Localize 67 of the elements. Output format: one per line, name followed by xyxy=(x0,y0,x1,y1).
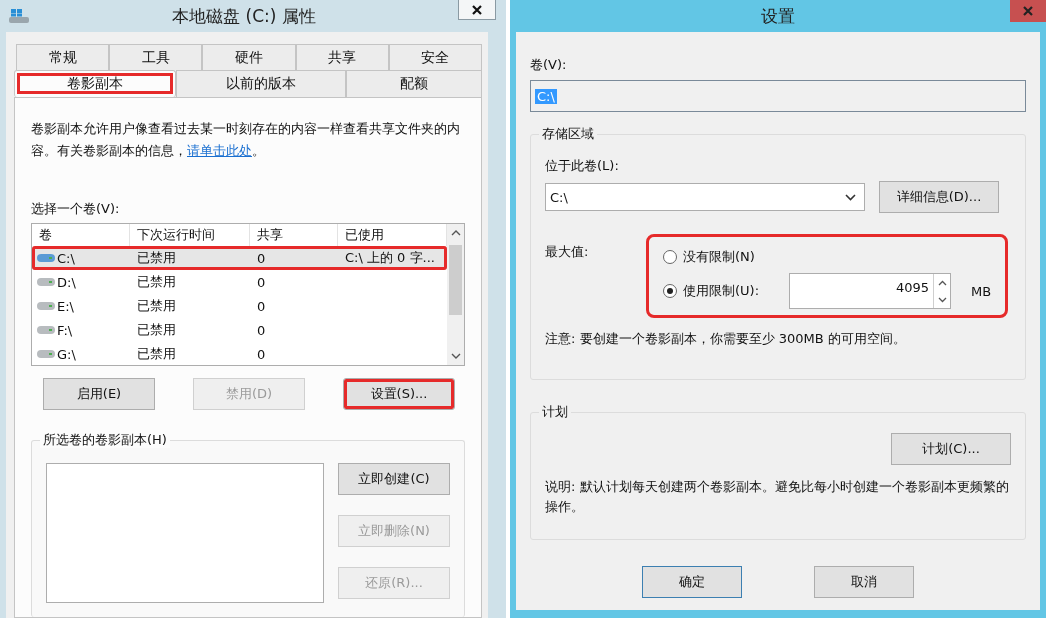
limit-field[interactable]: 4095 xyxy=(789,273,951,309)
volume-row[interactable]: C:\ 已禁用 0 C:\ 上的 0 字... xyxy=(32,246,447,270)
ok-button[interactable]: 确定 xyxy=(642,566,742,598)
table-cell-text: 已禁用 xyxy=(136,321,177,339)
max-label: 最大值: xyxy=(545,243,590,261)
tab[interactable]: 常规 xyxy=(16,44,110,70)
table-cell-text: 已禁用 xyxy=(136,249,177,267)
window-title: 本地磁盘 (C:) 属性 xyxy=(171,4,317,28)
location-label: 位于此卷(L): xyxy=(545,157,620,175)
tab[interactable]: 卷影副本 xyxy=(14,70,176,97)
close-icon xyxy=(472,4,482,15)
drive-icon xyxy=(36,253,56,263)
tab[interactable]: 配额 xyxy=(346,70,482,97)
table-cell: E:\ xyxy=(57,298,74,314)
table-cell-text: C:\ 上的 0 字... xyxy=(344,249,436,267)
table-cell-text: 0 xyxy=(256,346,267,362)
window-title: 设置 xyxy=(760,4,796,28)
volume-label: 选择一个卷(V): xyxy=(31,200,121,218)
radio-label[interactable]: 没有限制(N) xyxy=(683,248,783,266)
close-icon xyxy=(1023,6,1033,16)
group-title: 所选卷的卷影副本(H) xyxy=(40,432,170,448)
group-title: 存储区域 xyxy=(539,126,597,142)
table-cell: G:\ xyxy=(57,346,76,362)
schedule-button[interactable]: 计划(C)... xyxy=(891,433,1011,465)
table-cell-text: 0 xyxy=(256,298,267,314)
table-cell-text: 0 xyxy=(256,274,267,290)
chevron-down-icon xyxy=(845,193,856,201)
tab[interactable]: 以前的版本 xyxy=(176,70,346,97)
note-text: 注意: 要创建一个卷影副本，你需要至少 300MB 的可用空间。 xyxy=(545,330,907,348)
location-dropdown[interactable]: C:\ xyxy=(545,183,865,211)
radio-button[interactable] xyxy=(663,250,677,264)
radio-label[interactable]: 使用限制(U): xyxy=(683,282,783,300)
table-cell-text: 已禁用 xyxy=(136,297,177,315)
table-cell-text: 已禁用 xyxy=(136,345,177,363)
tab[interactable]: 安全 xyxy=(388,44,482,70)
volume-row[interactable]: G:\ 已禁用 0 xyxy=(32,342,447,365)
help-link[interactable]: 请单击此处 xyxy=(187,143,252,158)
volume-row[interactable]: D:\ 已禁用 0 xyxy=(32,270,447,294)
tab[interactable]: 共享 xyxy=(295,44,389,70)
volume-row[interactable]: E:\ 已禁用 0 xyxy=(32,294,447,318)
schedule-note: 说明: 默认计划每天创建两个卷影副本。避免比每小时创建一个卷影副本更频繁的操作。 xyxy=(545,478,1010,516)
tab[interactable]: 工具 xyxy=(109,44,203,70)
tab[interactable]: 硬件 xyxy=(202,44,296,70)
drive-icon xyxy=(36,277,56,287)
action-button[interactable]: 设置(S)... xyxy=(343,378,455,410)
drive-icon xyxy=(8,8,30,24)
unit-label: MB xyxy=(971,283,992,299)
group-title: 计划 xyxy=(539,404,571,420)
table-cell-text: 0 xyxy=(256,250,267,266)
table-cell-text: 已禁用 xyxy=(136,273,177,291)
table-cell: F:\ xyxy=(57,322,73,338)
cancel-button[interactable]: 取消 xyxy=(814,566,914,598)
radio-button[interactable] xyxy=(663,284,677,298)
table-cell-text: 0 xyxy=(256,322,267,338)
action-button[interactable]: 立即创建(C) xyxy=(338,463,450,495)
table-cell: D:\ xyxy=(57,274,76,290)
scrollbar[interactable] xyxy=(447,224,464,365)
table-cell: C:\ xyxy=(57,250,75,266)
drive-icon xyxy=(36,301,56,311)
drive-icon xyxy=(36,325,56,335)
action-button[interactable]: 启用(E) xyxy=(43,378,155,410)
volume-row[interactable]: F:\ 已禁用 0 xyxy=(32,318,447,342)
close-button[interactable] xyxy=(458,0,496,20)
details-button[interactable]: 详细信息(D)... xyxy=(879,181,999,213)
description-text: 卷影副本允许用户像查看过去某一时刻存在的内容一样查看共享文件夹的内容。有关卷影副本的信息，请单击此处。 xyxy=(31,120,461,160)
drive-icon xyxy=(36,349,56,359)
volume-label: 卷(V): xyxy=(530,56,568,74)
